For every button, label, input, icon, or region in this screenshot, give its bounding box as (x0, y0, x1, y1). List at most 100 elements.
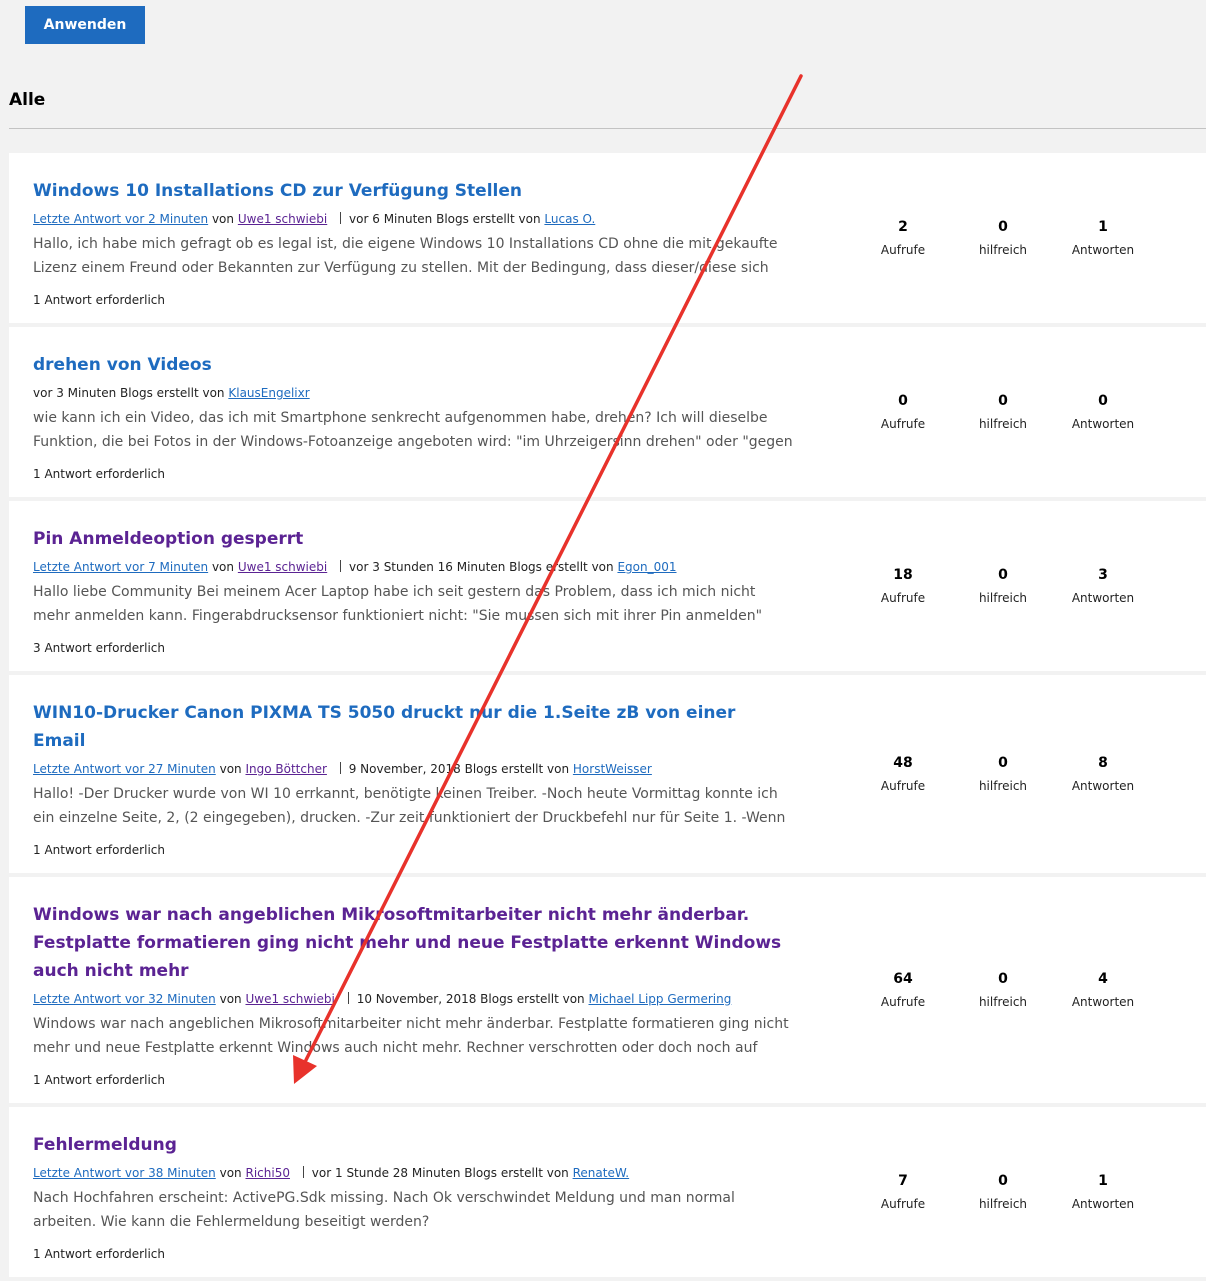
thread-meta: vor 3 Minuten Blogs erstellt von KlausEn… (33, 385, 793, 401)
helpful-stat: 0 hilfreich (953, 969, 1053, 1012)
thread-meta: Letzte Antwort vor 32 Minuten von Uwe1 s… (33, 991, 793, 1007)
replies-stat: 4 Antworten (1053, 969, 1153, 1012)
helpful-label: hilfreich (978, 590, 1028, 605)
apply-button[interactable]: Anwenden (25, 6, 145, 44)
reply-requirement: 1 Antwort erforderlich (33, 1073, 165, 1087)
author-link[interactable]: Michael Lipp Germering (589, 992, 732, 1006)
reply-requirement: 1 Antwort erforderlich (33, 1247, 165, 1261)
thread-card: drehen von Videos vor 3 Minuten Blogs er… (9, 327, 1206, 497)
replies-count: 3 (1098, 566, 1108, 583)
last-reply-link[interactable]: Letzte Antwort vor 27 Minuten (33, 762, 216, 776)
views-label: Aufrufe (880, 242, 926, 257)
views-stat: 64 Aufrufe (853, 969, 953, 1012)
views-count: 18 (893, 566, 913, 583)
thread-card: Fehlermeldung Letzte Antwort vor 38 Minu… (9, 1107, 1206, 1277)
thread-card: Windows 10 Installations CD zur Verfügun… (9, 153, 1206, 323)
meta-separator (302, 1166, 304, 1178)
replies-stat: 8 Antworten (1053, 753, 1153, 796)
thread-main: Windows war nach angeblichen Mikrosoftmi… (33, 901, 793, 1088)
thread-stats: 0 Aufrufe 0 hilfreich 0 Antworten (853, 327, 1153, 497)
last-reply-link[interactable]: Letzte Antwort vor 32 Minuten (33, 992, 216, 1006)
created-text: 10 November, 2018 Blogs erstellt von (356, 992, 585, 1006)
reply-requirement: 1 Antwort erforderlich (33, 293, 165, 307)
replies-stat: 0 Antworten (1053, 391, 1153, 434)
views-label: Aufrufe (880, 1196, 926, 1211)
last-reply-link[interactable]: Letzte Antwort vor 2 Minuten (33, 212, 208, 226)
views-label: Aufrufe (880, 590, 926, 605)
thread-stats: 7 Aufrufe 0 hilfreich 1 Antworten (853, 1107, 1153, 1277)
author-link[interactable]: Egon_001 (617, 560, 676, 574)
thread-title-link[interactable]: WIN10-Drucker Canon PIXMA TS 5050 druckt… (33, 699, 793, 755)
replies-label: Antworten (1071, 416, 1135, 431)
helpful-count: 0 (998, 970, 1008, 987)
views-stat: 48 Aufrufe (853, 753, 953, 796)
author-link[interactable]: KlausEngelixr (228, 386, 309, 400)
section-title: Alle (9, 90, 46, 110)
thread-title-link[interactable]: Windows 10 Installations CD zur Verfügun… (33, 177, 793, 205)
helpful-label: hilfreich (978, 242, 1028, 257)
thread-stats: 48 Aufrufe 0 hilfreich 8 Antworten (853, 675, 1153, 873)
helpful-label: hilfreich (978, 416, 1028, 431)
views-stat: 7 Aufrufe (853, 1171, 953, 1214)
last-reply-link[interactable]: Letzte Antwort vor 7 Minuten (33, 560, 208, 574)
thread-card: Windows war nach angeblichen Mikrosoftmi… (9, 877, 1206, 1103)
last-reply-user-link[interactable]: Uwe1 schwiebi (245, 992, 334, 1006)
von-text: von (219, 1166, 242, 1180)
thread-meta: Letzte Antwort vor 7 Minuten von Uwe1 sc… (33, 559, 793, 575)
replies-stat: 3 Antworten (1053, 565, 1153, 608)
helpful-label: hilfreich (978, 994, 1028, 1009)
views-count: 0 (898, 392, 908, 409)
helpful-label: hilfreich (978, 1196, 1028, 1211)
created-text: vor 3 Stunden 16 Minuten Blogs erstellt … (349, 560, 614, 574)
helpful-stat: 0 hilfreich (953, 217, 1053, 260)
views-label: Aufrufe (880, 994, 926, 1009)
helpful-count: 0 (998, 392, 1008, 409)
reply-requirement: 1 Antwort erforderlich (33, 467, 165, 481)
thread-main: Windows 10 Installations CD zur Verfügun… (33, 177, 793, 308)
thread-excerpt: Hallo liebe Community Bei meinem Acer La… (33, 584, 763, 624)
helpful-stat: 0 hilfreich (953, 565, 1053, 608)
last-reply-link[interactable]: Letzte Antwort vor 38 Minuten (33, 1166, 216, 1180)
reply-requirement: 3 Antwort erforderlich (33, 641, 165, 655)
author-link[interactable]: HorstWeisser (573, 762, 652, 776)
meta-separator (347, 992, 349, 1004)
thread-title-link[interactable]: Windows war nach angeblichen Mikrosoftmi… (33, 901, 793, 985)
replies-count: 4 (1098, 970, 1108, 987)
thread-main: Fehlermeldung Letzte Antwort vor 38 Minu… (33, 1131, 793, 1262)
meta-separator (340, 212, 342, 224)
replies-label: Antworten (1071, 242, 1135, 257)
replies-label: Antworten (1071, 994, 1135, 1009)
views-label: Aufrufe (880, 416, 926, 431)
views-count: 48 (893, 754, 913, 771)
thread-title-link[interactable]: Pin Anmeldeoption gesperrt (33, 525, 793, 553)
von-text: von (211, 212, 235, 226)
thread-title-link[interactable]: Fehlermeldung (33, 1131, 793, 1159)
created-text: vor 6 Minuten Blogs erstellt von (349, 212, 541, 226)
last-reply-user-link[interactable]: Richi50 (245, 1166, 289, 1180)
thread-title-link[interactable]: drehen von Videos (33, 351, 793, 379)
von-text: von (219, 762, 242, 776)
last-reply-user-link[interactable]: Ingo Böttcher (245, 762, 326, 776)
author-link[interactable]: RenateW. (573, 1166, 630, 1180)
replies-label: Antworten (1071, 590, 1135, 605)
last-reply-user-link[interactable]: Uwe1 schwiebi (238, 212, 327, 226)
thread-meta: Letzte Antwort vor 2 Minuten von Uwe1 sc… (33, 211, 793, 227)
thread-excerpt: wie kann ich ein Video, das ich mit Smar… (33, 410, 793, 450)
last-reply-user-link[interactable]: Uwe1 schwiebi (238, 560, 327, 574)
created-text: vor 1 Stunde 28 Minuten Blogs erstellt v… (311, 1166, 569, 1180)
reply-requirement: 1 Antwort erforderlich (33, 843, 165, 857)
replies-count: 0 (1098, 392, 1108, 409)
replies-label: Antworten (1071, 778, 1135, 793)
thread-excerpt: Windows war nach angeblichen Mikrosoftmi… (33, 1016, 789, 1056)
helpful-stat: 0 hilfreich (953, 1171, 1053, 1214)
thread-main: drehen von Videos vor 3 Minuten Blogs er… (33, 351, 793, 482)
views-count: 7 (898, 1172, 908, 1189)
replies-label: Antworten (1071, 1196, 1135, 1211)
thread-main: Pin Anmeldeoption gesperrt Letzte Antwor… (33, 525, 793, 656)
replies-stat: 1 Antworten (1053, 217, 1153, 260)
helpful-count: 0 (998, 754, 1008, 771)
helpful-count: 0 (998, 566, 1008, 583)
views-count: 2 (898, 218, 908, 235)
author-link[interactable]: Lucas O. (544, 212, 595, 226)
thread-list: Windows 10 Installations CD zur Verfügun… (9, 153, 1206, 1281)
